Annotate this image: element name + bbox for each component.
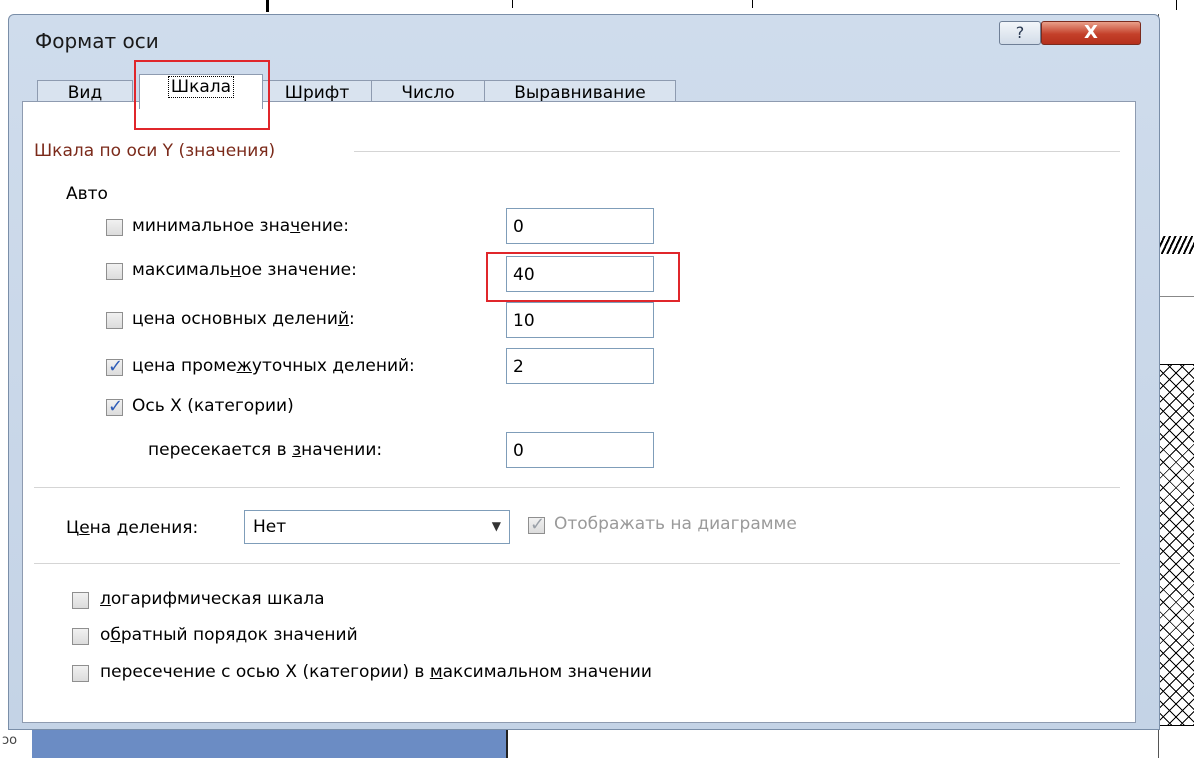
dropdown-arrow-icon[interactable]: ▼ [492,519,501,533]
max-label: максимальное значение: [132,260,357,280]
max-value-input[interactable]: 40 [506,256,654,292]
tab-scale[interactable]: Шкала [139,74,263,109]
minor-unit-auto-checkbox[interactable]: ✓ [106,356,124,377]
minor-unit-input[interactable]: 2 [506,348,654,384]
x-axis-crosses-auto-checkbox[interactable]: ✓ [106,396,124,417]
reverse-order-label: обратный порядок значений [100,625,358,645]
background-text: ɔo [2,733,18,748]
tab-label: Шрифт [284,83,350,103]
taskbar-strip [32,728,508,758]
tab-label: Число [401,83,455,103]
show-on-chart-checkbox[interactable]: ✓ [528,514,546,535]
major-unit-input[interactable]: 10 [506,302,654,338]
reverse-order-checkbox[interactable] [72,628,89,645]
log-scale-checkbox[interactable] [72,592,89,609]
log-scale-label: логарифмическая шкала [100,589,325,609]
sheet-grid-line [752,0,753,8]
major-unit-label: цена основных делений: [132,309,355,329]
scale-group-title: Шкала по оси Y (значения) [34,141,276,161]
min-value-input[interactable]: 0 [506,208,654,244]
chart-gridline [1158,296,1194,297]
tab-label: Вид [67,83,103,103]
display-units-select[interactable]: Нет ▼ [244,510,510,544]
group-divider [354,151,1120,152]
min-auto-checkbox[interactable] [106,219,123,236]
section-divider [34,487,1120,488]
taskbar-strip-edge [506,728,508,758]
auto-label: Авто [66,184,108,204]
checkmark-icon: ✓ [108,356,124,377]
help-button[interactable]: ? [999,21,1041,45]
tab-label: Выравнивание [514,83,646,103]
checkmark-icon: ✓ [108,396,124,417]
cross-at-max-checkbox[interactable] [72,665,89,682]
sheet-grid-line [266,0,269,12]
show-on-chart-label: Отображать на диаграмме [554,514,797,534]
display-units-label: Цена деления: [66,518,199,538]
dialog-title: Формат оси [35,29,159,53]
display-units-selected: Нет [253,517,287,537]
sheet-grid-line [1176,0,1177,10]
crosses-at-input[interactable]: 0 [506,432,654,468]
checkmark-icon: ✓ [530,514,546,535]
max-auto-checkbox[interactable] [106,263,123,280]
close-button[interactable]: X [1041,21,1141,45]
crosses-at-label: пересекается в значении: [148,440,383,460]
chart-hatch-bar [1158,364,1194,726]
minor-unit-label: цена промежуточных делений: [132,356,415,376]
section-divider [34,563,1120,564]
major-unit-auto-checkbox[interactable] [106,312,123,329]
sheet-grid-line [512,0,513,8]
tab-label: Шкала [167,76,235,98]
x-axis-label: Ось X (категории) [132,396,294,416]
chart-hatch-pattern [1158,236,1194,254]
spreadsheet-background [0,0,1194,14]
min-label: минимальное значение: [132,216,349,236]
cross-at-max-label: пересечение с осью X (категории) в макси… [100,662,652,682]
